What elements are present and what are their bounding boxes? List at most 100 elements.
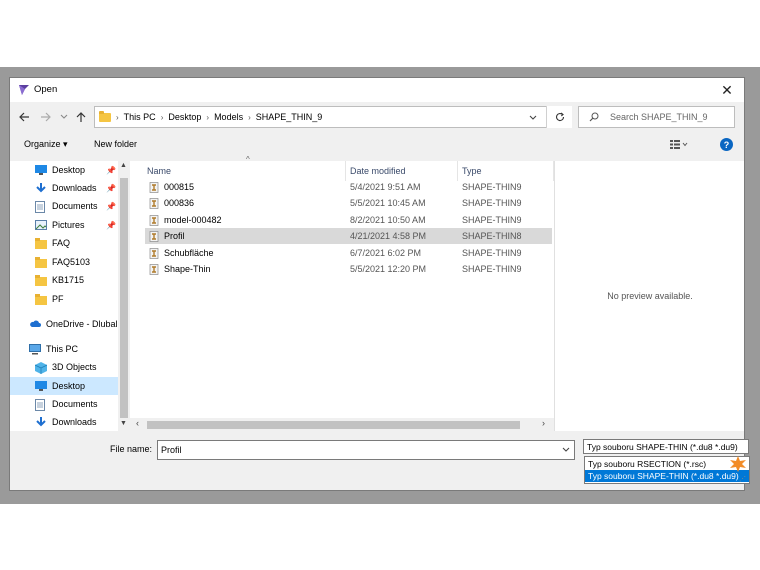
file-name-cell: 000836: [149, 197, 195, 209]
search-input[interactable]: Search SHAPE_THIN_9: [610, 112, 708, 122]
scroll-up-icon[interactable]: ▲: [120, 162, 127, 169]
nav-item-downloads[interactable]: Downloads: [10, 413, 118, 431]
file-name-text: 000836: [164, 198, 195, 208]
scroll-left-icon[interactable]: ‹: [136, 418, 139, 428]
recent-locations-chevron-icon[interactable]: [56, 109, 72, 125]
column-divider[interactable]: [457, 161, 458, 181]
nav-item-desktop[interactable]: Desktop: [10, 377, 118, 395]
help-icon[interactable]: ?: [720, 138, 733, 151]
refresh-button[interactable]: [546, 106, 572, 128]
table-row[interactable]: Schubfläche 6/7/2021 6:02 PM SHAPE-THIN9: [145, 245, 552, 261]
date-modified-cell: 6/7/2021 6:02 PM: [350, 248, 422, 258]
nav-item-kb1715[interactable]: KB1715: [10, 271, 118, 289]
file-type-option-rsection[interactable]: Typ souboru RSECTION (*.rsc): [585, 458, 749, 470]
view-options-icon[interactable]: [670, 140, 688, 151]
breadcrumb-this-pc[interactable]: This PC: [124, 112, 156, 122]
file-name-text: Shape-Thin: [164, 264, 211, 274]
shape-thin-file-icon: [149, 263, 160, 275]
open-dialog: Open ✕ › This PC › Desktop › Models › SH…: [9, 77, 750, 491]
nav-item-label: 3D Objects: [52, 362, 97, 372]
scroll-right-icon[interactable]: ›: [542, 418, 545, 428]
folder-icon: [35, 237, 47, 249]
file-name-text: Profil: [164, 231, 185, 241]
nav-item-pf[interactable]: PF: [10, 290, 118, 308]
app-logo-icon: [18, 84, 30, 96]
breadcrumb-models[interactable]: Models: [214, 112, 243, 122]
document-icon: [35, 200, 47, 213]
close-icon: ✕: [721, 81, 733, 98]
file-name-cell: 000815: [149, 181, 194, 193]
file-type-cell: SHAPE-THIN9: [462, 182, 522, 192]
new-folder-button[interactable]: New folder: [94, 139, 137, 149]
file-name-cell: Profil: [149, 230, 185, 242]
nav-item-label: KB1715: [52, 275, 85, 285]
breadcrumb: › This PC › Desktop › Models › SHAPE_THI…: [99, 107, 322, 127]
nav-item-downloads-quick[interactable]: Downloads 📌: [10, 179, 118, 197]
nav-item-faq5103[interactable]: FAQ5103: [10, 253, 118, 271]
column-header-date-modified[interactable]: Date modified: [350, 166, 406, 176]
breadcrumb-desktop[interactable]: Desktop: [168, 112, 201, 122]
file-name-label: File name:: [110, 444, 153, 454]
computer-icon: [29, 343, 41, 355]
file-type-option-shape-thin[interactable]: Typ souboru SHAPE-THIN (*.du8 *.du9): [585, 470, 749, 482]
address-dropdown-chevron-icon[interactable]: [529, 113, 537, 123]
chevron-right-icon: ›: [160, 112, 164, 122]
table-row[interactable]: 000815 5/4/2021 9:51 AM SHAPE-THIN9: [145, 179, 552, 195]
chevron-right-icon: ›: [248, 112, 251, 122]
file-name-input[interactable]: Profil: [157, 440, 575, 460]
file-type-cell: SHAPE-THIN9: [462, 264, 522, 274]
file-name-cell: Schubfläche: [149, 247, 214, 259]
back-arrow-icon[interactable]: [16, 109, 32, 125]
nav-item-label: Desktop: [52, 165, 86, 175]
nav-scroll-thumb[interactable]: [120, 178, 128, 418]
nav-item-label: OneDrive - Dlubal: [46, 319, 118, 329]
nav-item-onedrive[interactable]: OneDrive - Dlubal: [10, 315, 118, 333]
pin-icon: 📌: [106, 201, 116, 211]
file-name-text: model-000482: [164, 215, 222, 225]
breadcrumb-shape-thin-9[interactable]: SHAPE_THIN_9: [256, 112, 323, 122]
column-divider[interactable]: [345, 161, 346, 181]
date-modified-cell: 8/2/2021 10:50 AM: [350, 215, 426, 225]
folder-icon: [35, 293, 47, 305]
table-row[interactable]: Shape-Thin 5/5/2021 12:20 PM SHAPE-THIN9: [145, 261, 552, 277]
shape-thin-file-icon: [149, 214, 160, 226]
nav-item-label: FAQ5103: [52, 257, 91, 267]
table-row[interactable]: Profil 4/21/2021 4:58 PM SHAPE-THIN8: [145, 228, 552, 244]
nav-item-faq[interactable]: FAQ: [10, 234, 118, 252]
nav-item-desktop-quick[interactable]: Desktop 📌: [10, 161, 118, 179]
nav-item-documents-quick[interactable]: Documents 📌: [10, 197, 118, 215]
nav-item-label: Downloads: [52, 183, 97, 193]
pin-icon: 📌: [106, 220, 116, 230]
date-modified-cell: 5/5/2021 10:45 AM: [350, 198, 426, 208]
close-button[interactable]: ✕: [710, 78, 744, 102]
nav-item-3d-objects[interactable]: 3D Objects: [10, 358, 118, 376]
search-box[interactable]: Search SHAPE_THIN_9: [578, 106, 735, 128]
download-icon: [35, 416, 47, 428]
chevron-right-icon: ›: [116, 112, 119, 122]
date-modified-cell: 4/21/2021 4:58 PM: [350, 231, 427, 241]
column-header-name[interactable]: Name: [147, 166, 171, 176]
chevron-down-icon[interactable]: [562, 445, 570, 455]
nav-item-this-pc[interactable]: This PC: [10, 340, 118, 358]
nav-item-pictures[interactable]: Pictures 📌: [10, 216, 118, 234]
cube-icon: [34, 361, 48, 374]
address-bar[interactable]: › This PC › Desktop › Models › SHAPE_THI…: [94, 106, 572, 128]
organize-menu-button[interactable]: Organize ▾: [24, 139, 68, 150]
file-type-select[interactable]: Typ souboru SHAPE-THIN (*.du8 *.du9): [583, 439, 749, 454]
up-arrow-icon[interactable]: [73, 109, 89, 125]
file-scroll-thumb[interactable]: [147, 421, 520, 429]
column-header-type[interactable]: Type: [462, 166, 482, 176]
preview-pane: No preview available.: [554, 161, 744, 431]
date-modified-cell: 5/5/2021 12:20 PM: [350, 264, 427, 274]
table-row[interactable]: model-000482 8/2/2021 10:50 AM SHAPE-THIN9: [145, 212, 552, 228]
folder-icon: [35, 274, 47, 286]
scroll-down-icon[interactable]: ▼: [120, 420, 127, 427]
forward-arrow-icon[interactable]: [37, 109, 53, 125]
nav-item-label: Documents: [52, 201, 98, 211]
window-title: Open: [34, 84, 58, 95]
file-name-cell: Shape-Thin: [149, 263, 211, 275]
date-modified-cell: 5/4/2021 9:51 AM: [350, 182, 421, 192]
resize-grip-icon[interactable]: ⋰: [739, 475, 746, 483]
table-row[interactable]: 000836 5/5/2021 10:45 AM SHAPE-THIN9: [145, 195, 552, 211]
nav-item-documents[interactable]: Documents: [10, 395, 118, 413]
